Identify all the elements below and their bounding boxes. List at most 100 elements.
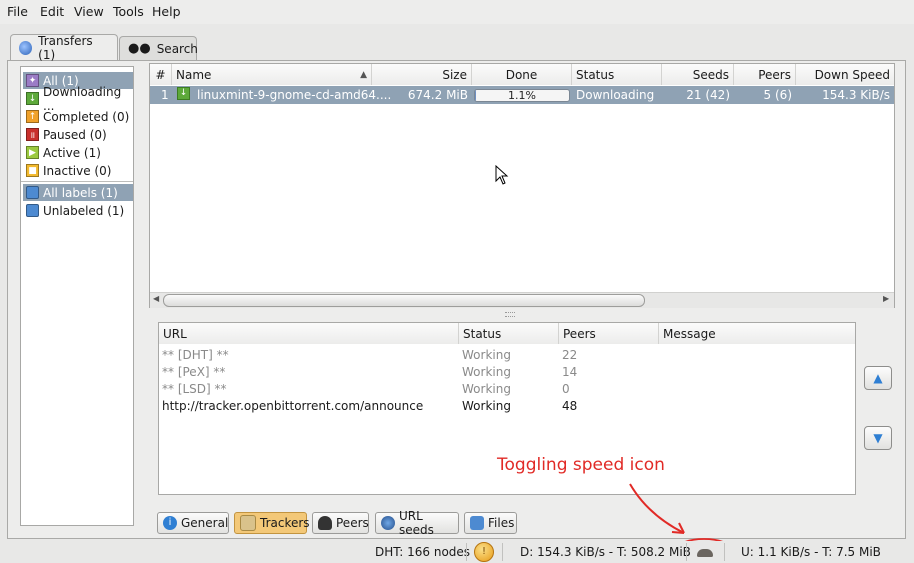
col-size[interactable]: Size [372,64,472,85]
menu-tools[interactable]: Tools [113,4,144,19]
url-seeds-icon [381,516,395,530]
col-down-speed[interactable]: Down Speed [796,64,894,85]
status-divider [466,543,467,561]
col-status[interactable]: Status [572,64,662,85]
tracker-row-url: http://tracker.openbittorrent.com/announ… [162,399,424,413]
tracker-row-status: Working [462,348,511,362]
pause-icon: ॥ [26,128,39,141]
filter-inactive-label: Inactive (0) [43,163,112,178]
scrollbar-thumb[interactable] [163,294,645,307]
sidebar-divider [21,181,133,182]
files-icon [470,516,484,530]
stop-icon: ■ [26,164,39,177]
torrent-progress-bar: 1.1% [474,89,570,102]
tab-transfers-label: Transfers (1) [38,33,93,62]
tracker-row-peers: 14 [562,365,578,379]
arrow-down-icon: ▼ [873,431,883,445]
torrent-row[interactable]: 1 ↓ linuxmint-9-gnome-cd-amd64.... 674.2… [150,86,894,104]
tracker-row-url: ** [LSD] ** [162,382,227,396]
col-seeds[interactable]: Seeds [662,64,734,85]
peers-icon [318,516,332,530]
filter-active[interactable]: ▶ Active (1) [23,144,133,161]
play-icon: ▶ [26,146,39,159]
scroll-left-icon[interactable]: ◀ [153,294,159,303]
filter-sidebar: ✦ All (1) ↓ Downloading ... ↑ Completed … [20,66,134,526]
folder-icon [26,186,39,199]
filter-active-label: Active (1) [43,145,101,160]
tab-url-seeds[interactable]: URL seeds [375,509,459,537]
col-message[interactable]: Message [659,323,855,344]
status-divider [724,543,725,561]
move-up-button[interactable]: ▲ [864,366,892,390]
upload-arrow-icon: ↑ [26,110,39,123]
filter-all-labels-label: All labels (1) [43,185,118,200]
torrent-list[interactable]: # Name ▲ Size Done Status Seeds Peers Dow… [149,63,895,308]
connection-status-icon[interactable]: ! [474,542,494,562]
progress-text: 1.1% [508,89,536,102]
download-speed-status: D: 154.3 KiB/s - T: 508.2 MiB [520,545,691,559]
torrent-name: linuxmint-9-gnome-cd-amd64.... [197,88,392,102]
filter-unlabeled-label: Unlabeled (1) [43,203,125,218]
download-arrow-icon: ↓ [177,87,190,100]
tracker-row-status: Working [462,399,511,413]
filter-all-labels[interactable]: All labels (1) [23,184,133,201]
tab-general[interactable]: i General [157,512,229,534]
torrent-seeds: 21 (42) [686,88,730,102]
torrent-size: 674.2 MiB [407,88,468,102]
menu-help[interactable]: Help [152,4,181,19]
torrent-status: Downloading [576,88,655,102]
tab-trackers[interactable]: Trackers [234,512,310,534]
filter-downloading[interactable]: ↓ Downloading ... [23,85,133,113]
filter-paused[interactable]: ॥ Paused (0) [23,126,133,143]
download-arrow-icon: ↓ [26,92,39,105]
menu-edit[interactable]: Edit [40,4,64,19]
speed-toggle-turtle-icon[interactable] [697,549,713,557]
trackers-icon [240,515,256,531]
splitter-grip[interactable] [505,312,515,317]
tab-search-label: Search [156,41,198,56]
upload-speed-status: U: 1.1 KiB/s - T: 7.5 MiB [741,545,881,559]
annotation-text: Toggling speed icon [497,455,665,475]
tracker-row-peers: 0 [562,382,570,396]
status-divider [502,543,503,561]
col-name[interactable]: Name ▲ [172,64,372,85]
transfers-icon [19,40,33,55]
tracker-row-peers: 48 [562,399,578,413]
col-url[interactable]: URL [159,323,459,344]
tab-peers[interactable]: Peers [312,512,369,534]
tracker-row-status: Working [462,382,511,396]
tracker-row-status: Working [462,365,511,379]
info-icon: i [163,516,177,530]
tab-files[interactable]: Files [464,512,517,534]
tracker-row-peers: 22 [562,348,578,362]
col-done[interactable]: Done [472,64,572,85]
move-down-button[interactable]: ▼ [864,426,892,450]
col-peers[interactable]: Peers [734,64,796,85]
filter-completed[interactable]: ↑ Completed (0) [23,108,133,125]
binoculars-icon: ●● [128,41,151,56]
filter-unlabeled[interactable]: Unlabeled (1) [23,202,133,219]
mouse-cursor-icon [495,165,509,185]
arrow-up-icon: ▲ [873,371,883,385]
status-divider [686,543,687,561]
col-tracker-peers[interactable]: Peers [559,323,659,344]
dht-status: DHT: 166 nodes [375,545,471,559]
all-icon: ✦ [26,74,39,87]
tracker-row-url: ** [PeX] ** [162,365,226,379]
tab-transfers[interactable]: Transfers (1) [10,33,118,62]
menu-view[interactable]: View [74,4,104,19]
tab-search[interactable]: ●● Search [119,36,198,60]
filter-paused-label: Paused (0) [43,127,107,142]
scroll-right-icon[interactable]: ▶ [883,294,889,303]
horizontal-scrollbar[interactable]: ◀ ▶ [150,292,894,308]
tracker-row-url: ** [DHT] ** [162,348,229,362]
col-tracker-status[interactable]: Status [459,323,559,344]
folder-icon [26,204,39,217]
torrent-down-speed: 154.3 KiB/s [822,88,890,102]
menu-file[interactable]: File [7,4,28,19]
torrent-peers: 5 (6) [763,88,792,102]
filter-inactive[interactable]: ■ Inactive (0) [23,162,133,179]
col-num[interactable]: # [150,64,172,85]
torrent-num: 1 [161,88,169,102]
statusbar: DHT: 166 nodes ! D: 154.3 KiB/s - T: 508… [0,541,914,563]
